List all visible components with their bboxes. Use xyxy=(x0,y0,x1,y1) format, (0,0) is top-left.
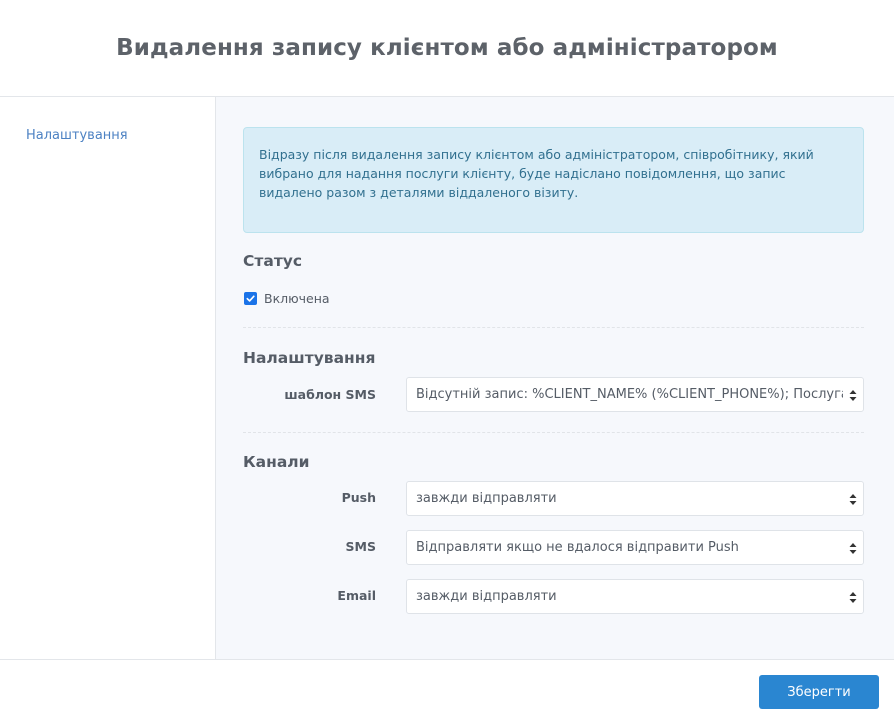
sidebar: Налаштування xyxy=(0,97,216,659)
sidebar-item-settings[interactable]: Налаштування xyxy=(26,128,128,143)
enabled-checkbox[interactable] xyxy=(244,292,257,305)
main-content: Відразу після видалення запису клієнтом … xyxy=(216,97,894,659)
footer: Зберегти xyxy=(0,659,894,722)
sms-template-value: Відсутній запис: %CLIENT_NAME% (%CLIENT_… xyxy=(416,387,843,402)
select-arrows-icon xyxy=(849,543,857,554)
push-label: Push xyxy=(341,490,376,505)
select-arrows-icon xyxy=(849,592,857,603)
email-value: завжди відправляти xyxy=(416,589,557,604)
sms-select[interactable]: Відправляти якщо не вдалося відправити P… xyxy=(406,530,864,565)
settings-section-title: Налаштування xyxy=(243,349,376,367)
divider xyxy=(243,327,864,328)
save-button[interactable]: Зберегти xyxy=(759,675,879,709)
sms-label: SMS xyxy=(345,539,376,554)
page-header: Видалення запису клієнтом або адміністра… xyxy=(0,0,894,97)
status-section-title: Статус xyxy=(243,252,303,270)
select-arrows-icon xyxy=(849,494,857,505)
sms-value: Відправляти якщо не вдалося відправити P… xyxy=(416,540,739,555)
check-icon xyxy=(246,295,255,302)
email-label: Email xyxy=(337,588,376,603)
sms-template-select[interactable]: Відсутній запис: %CLIENT_NAME% (%CLIENT_… xyxy=(406,377,864,412)
info-alert: Відразу після видалення запису клієнтом … xyxy=(243,127,864,233)
enabled-checkbox-row[interactable]: Включена xyxy=(244,291,330,306)
email-select[interactable]: завжди відправляти xyxy=(406,579,864,614)
channels-section-title: Канали xyxy=(243,453,310,471)
select-arrows-icon xyxy=(849,390,857,401)
push-value: завжди відправляти xyxy=(416,491,557,506)
enabled-checkbox-label: Включена xyxy=(264,291,330,306)
divider xyxy=(243,432,864,433)
sms-template-label: шаблон SMS xyxy=(284,387,376,402)
page-title: Видалення запису клієнтом або адміністра… xyxy=(116,35,778,61)
push-select[interactable]: завжди відправляти xyxy=(406,481,864,516)
